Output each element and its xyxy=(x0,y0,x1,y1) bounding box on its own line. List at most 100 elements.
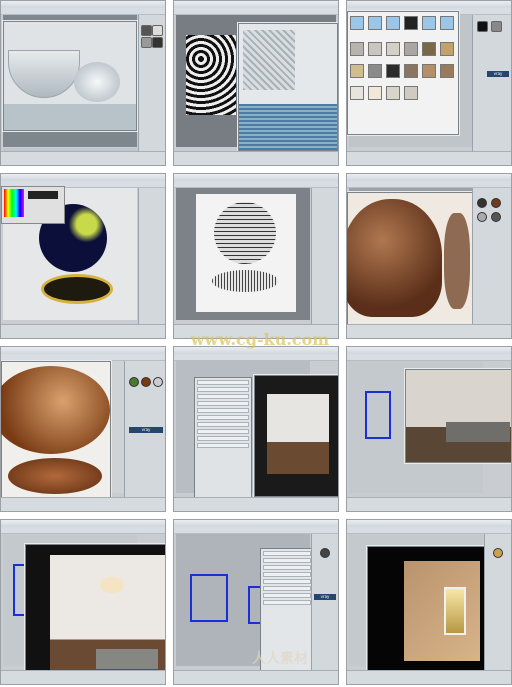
command-panel[interactable]: vray xyxy=(124,361,165,497)
texture-thumb[interactable] xyxy=(422,16,436,30)
material-slot[interactable] xyxy=(141,25,152,36)
setting-field[interactable] xyxy=(197,380,249,385)
render-settings-dialog[interactable] xyxy=(194,377,252,499)
texture-thumb[interactable] xyxy=(440,42,454,56)
panel-living-room xyxy=(0,519,166,685)
toolbar[interactable] xyxy=(174,181,338,188)
texture-thumb[interactable] xyxy=(350,16,364,30)
texture-thumb[interactable] xyxy=(368,42,382,56)
render-window[interactable] xyxy=(254,375,338,497)
panel-material-browser: vray xyxy=(346,0,512,166)
wall-texture xyxy=(243,30,295,90)
room-render xyxy=(404,561,480,661)
render-window[interactable] xyxy=(405,369,511,463)
glass-shape xyxy=(8,50,80,98)
material-ball[interactable] xyxy=(477,212,487,222)
setting-field[interactable] xyxy=(263,551,311,556)
toolbar[interactable] xyxy=(1,8,165,15)
status-bar xyxy=(1,151,165,165)
toolbar[interactable] xyxy=(174,8,338,15)
texture-thumb[interactable] xyxy=(386,42,400,56)
noise-cube xyxy=(186,35,236,115)
material-ball[interactable] xyxy=(141,377,151,387)
setting-field[interactable] xyxy=(197,429,249,434)
material-slot[interactable] xyxy=(152,37,163,48)
setting-field[interactable] xyxy=(263,558,311,563)
wire-base xyxy=(212,270,278,292)
color-picker-dialog[interactable] xyxy=(1,186,65,224)
material-ball[interactable] xyxy=(129,377,139,387)
toolbar[interactable] xyxy=(174,354,338,361)
setting-field[interactable] xyxy=(197,436,249,441)
setting-field[interactable] xyxy=(197,401,249,406)
texture-thumb[interactable] xyxy=(440,64,454,78)
texture-thumb[interactable] xyxy=(386,64,400,78)
sofa xyxy=(446,422,510,442)
texture-thumb[interactable] xyxy=(350,42,364,56)
render-window[interactable] xyxy=(238,23,338,151)
texture-thumb[interactable] xyxy=(386,86,400,100)
texture-thumb[interactable] xyxy=(404,16,418,30)
texture-thumb[interactable] xyxy=(368,86,382,100)
texture-thumb[interactable] xyxy=(368,16,382,30)
sofa xyxy=(96,649,158,669)
texture-thumb[interactable] xyxy=(350,86,364,100)
setting-field[interactable] xyxy=(263,586,311,591)
material-ball[interactable] xyxy=(477,198,487,208)
material-ball[interactable] xyxy=(493,548,503,558)
glass-shape-2 xyxy=(74,62,120,102)
material-slot[interactable] xyxy=(477,21,488,32)
texture-thumb[interactable] xyxy=(404,42,418,56)
setting-field[interactable] xyxy=(263,593,311,598)
setting-field[interactable] xyxy=(263,600,311,605)
texture-thumb[interactable] xyxy=(368,64,382,78)
command-panel[interactable] xyxy=(311,188,338,324)
material-browser-window[interactable] xyxy=(347,11,459,135)
render-window[interactable] xyxy=(1,361,111,503)
bowl-top xyxy=(1,366,110,454)
toolbar[interactable] xyxy=(1,527,165,534)
toolbar[interactable] xyxy=(347,527,511,534)
material-slot[interactable] xyxy=(491,21,502,32)
texture-thumb[interactable] xyxy=(404,64,418,78)
setting-field[interactable] xyxy=(263,572,311,577)
setting-field[interactable] xyxy=(197,422,249,427)
toolbar[interactable] xyxy=(174,527,338,534)
viewport[interactable] xyxy=(176,188,310,320)
setting-field[interactable] xyxy=(197,443,249,448)
watermark-url: www.cg-ku.com xyxy=(190,330,330,349)
material-slot[interactable] xyxy=(152,25,163,36)
setting-field[interactable] xyxy=(197,394,249,399)
toolbar[interactable] xyxy=(1,354,165,361)
color-swatch[interactable] xyxy=(28,191,58,199)
setting-field[interactable] xyxy=(197,415,249,420)
toolbar[interactable] xyxy=(347,354,511,361)
texture-thumb[interactable] xyxy=(350,64,364,78)
setting-field[interactable] xyxy=(263,565,311,570)
setting-field[interactable] xyxy=(197,387,249,392)
color-spectrum[interactable] xyxy=(4,189,24,217)
render-window[interactable] xyxy=(367,546,495,678)
command-panel[interactable] xyxy=(138,15,165,151)
setting-field[interactable] xyxy=(263,579,311,584)
command-panel[interactable] xyxy=(484,534,511,670)
material-ball[interactable] xyxy=(491,198,501,208)
material-slot[interactable] xyxy=(141,37,152,48)
texture-thumb[interactable] xyxy=(422,42,436,56)
command-panel[interactable] xyxy=(138,188,165,324)
command-panel[interactable]: vray xyxy=(472,15,511,151)
material-ball[interactable] xyxy=(153,377,163,387)
setting-field[interactable] xyxy=(197,408,249,413)
texture-thumb[interactable] xyxy=(422,64,436,78)
texture-thumb[interactable] xyxy=(386,16,400,30)
render-window[interactable] xyxy=(347,192,473,330)
material-ball[interactable] xyxy=(320,548,330,558)
command-panel[interactable] xyxy=(472,188,511,324)
texture-thumb[interactable] xyxy=(440,16,454,30)
material-ball[interactable] xyxy=(491,212,501,222)
render-window[interactable] xyxy=(25,544,165,684)
toolbar[interactable] xyxy=(347,181,511,188)
room-render xyxy=(406,370,511,462)
render-window[interactable] xyxy=(3,21,137,131)
texture-thumb[interactable] xyxy=(404,86,418,100)
